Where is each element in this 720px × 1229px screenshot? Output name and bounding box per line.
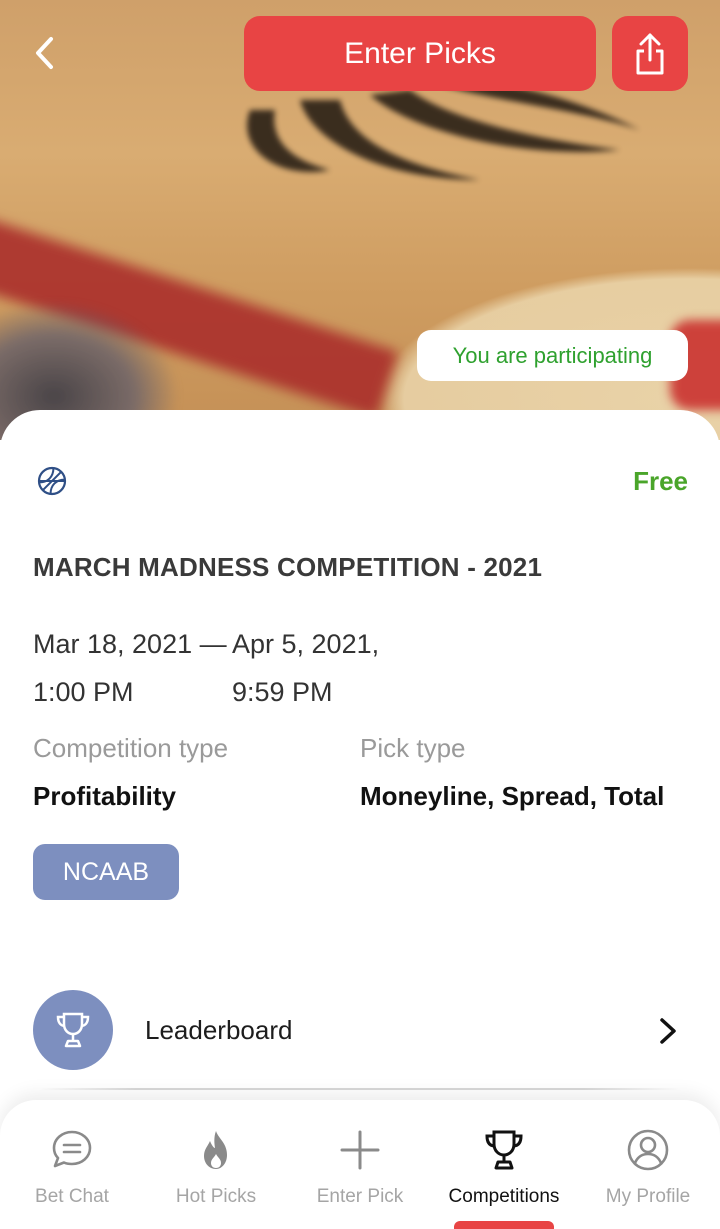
chat-bubble-icon xyxy=(52,1130,92,1168)
bottom-nav: Bet Chat Hot Picks Enter Pick Competitio… xyxy=(0,1100,720,1229)
leaderboard-row[interactable]: Leaderboard xyxy=(0,985,720,1080)
nav-my-profile[interactable]: My Profile xyxy=(576,1128,720,1218)
nav-bet-chat[interactable]: Bet Chat xyxy=(0,1128,144,1218)
leaderboard-label: Leaderboard xyxy=(145,1015,293,1045)
nav-label: Competitions xyxy=(448,1186,560,1207)
competition-type-value: Profitability xyxy=(33,781,177,811)
share-icon xyxy=(636,33,664,74)
chevron-right-icon xyxy=(660,1018,676,1044)
pick-type-label: Pick type xyxy=(360,733,466,763)
start-date: Mar 18, 2021 xyxy=(33,629,193,659)
pick-type-value: Moneyline, Spread, Total xyxy=(360,781,665,811)
nav-label: Enter Pick xyxy=(316,1186,404,1207)
plus-icon xyxy=(340,1130,380,1170)
flame-icon xyxy=(204,1131,227,1169)
user-circle-icon xyxy=(627,1129,669,1171)
date-separator: — xyxy=(199,629,227,659)
end-date: Apr 5, 2021, xyxy=(232,629,380,659)
basketball-icon xyxy=(37,466,67,496)
nav-competitions[interactable]: Competitions xyxy=(432,1128,576,1218)
chevron-left-icon xyxy=(36,37,53,69)
start-datetime: Mar 18, 2021 — 1:00 PM xyxy=(33,620,227,716)
hero-image: Enter Picks You are participating xyxy=(0,0,720,440)
nav-enter-pick[interactable]: Enter Pick xyxy=(288,1128,432,1218)
section-divider xyxy=(40,1088,680,1090)
active-tab-indicator xyxy=(454,1221,554,1229)
court-logo-mark xyxy=(247,80,640,180)
league-tag: NCAAB xyxy=(33,844,179,900)
competition-title: MARCH MADNESS COMPETITION - 2021 xyxy=(33,552,543,582)
end-time: 9:59 PM xyxy=(232,677,333,707)
competition-type-label: Competition type xyxy=(33,733,229,763)
start-time: 1:00 PM xyxy=(33,677,134,707)
trophy-icon xyxy=(485,1130,523,1170)
nav-hot-picks[interactable]: Hot Picks xyxy=(144,1128,288,1218)
end-datetime: Apr 5, 2021, 9:59 PM xyxy=(232,620,379,716)
share-button[interactable] xyxy=(612,16,688,91)
nav-label: Hot Picks xyxy=(175,1186,257,1207)
enter-picks-button[interactable]: Enter Picks xyxy=(244,16,596,91)
back-button[interactable] xyxy=(22,28,66,78)
price-label: Free xyxy=(633,466,688,496)
leaderboard-avatar xyxy=(33,990,113,1070)
nav-label: My Profile xyxy=(605,1186,691,1207)
trophy-icon xyxy=(56,1012,90,1048)
participating-badge: You are participating xyxy=(417,330,688,381)
nav-label: Bet Chat xyxy=(35,1186,109,1207)
